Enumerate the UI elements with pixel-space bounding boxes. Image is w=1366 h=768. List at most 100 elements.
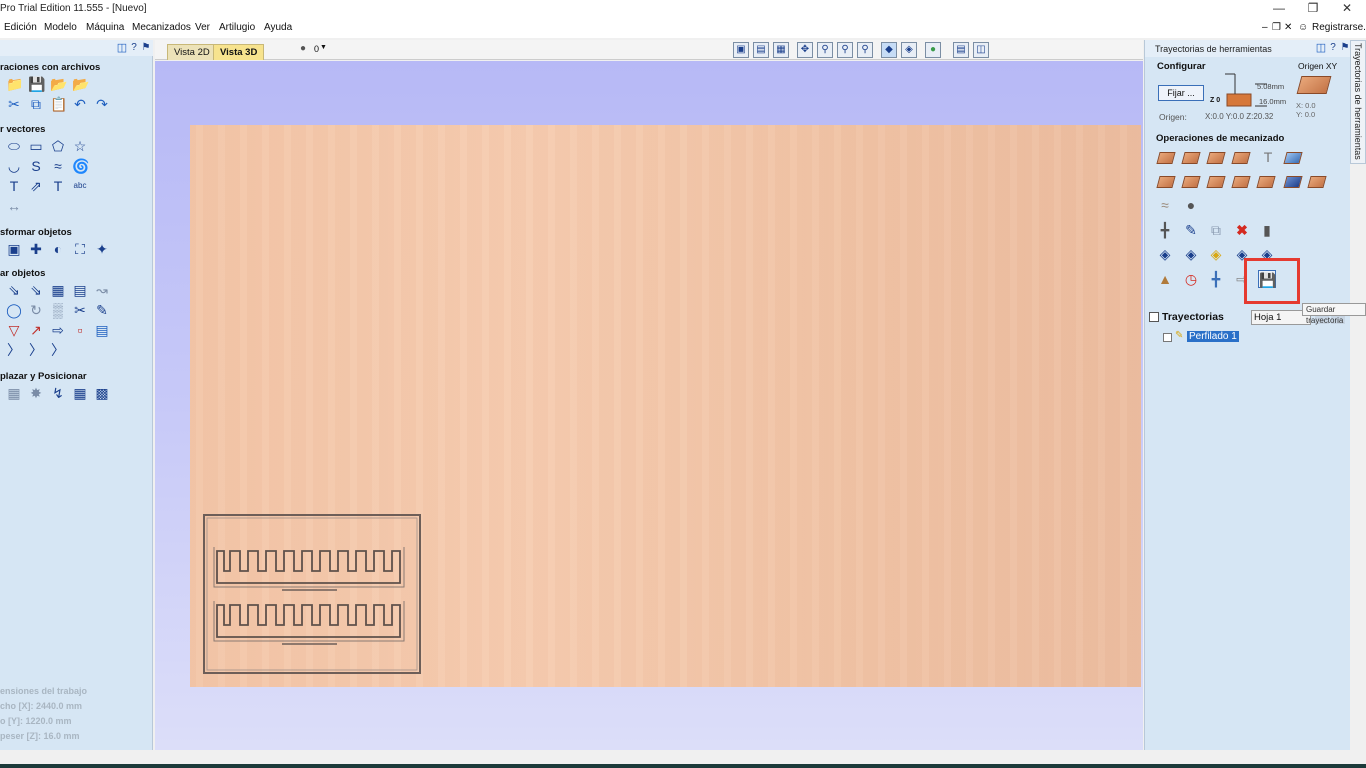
ungroup-icon[interactable]: ▤ [72,282,88,298]
redo-icon[interactable]: ↷ [94,96,110,112]
zoom-fit-icon[interactable]: ⚲ [857,42,873,58]
moulding-op-icon[interactable] [1231,176,1251,188]
move-icon[interactable]: ▣ [6,241,22,257]
group-icon[interactable]: ▦ [50,282,66,298]
open-folder-icon[interactable]: 📂 [50,76,67,92]
layer-selector[interactable]: 0 [314,44,319,54]
menu-ver[interactable]: Ver [195,22,210,33]
toolpaths-side-tab[interactable]: Trayectorias de herramientas [1350,40,1366,164]
user-icon[interactable]: ☺ [1298,22,1308,33]
chamfer-op-icon[interactable] [1256,176,1276,188]
tab-c-icon[interactable]: 〉 [50,342,66,358]
tab-b-icon[interactable]: 〉 [28,342,44,358]
copy-toolpath-icon[interactable]: ⧉ [1207,221,1225,239]
texture-op-icon[interactable] [1283,152,1303,164]
origin-board-icon[interactable] [1296,76,1332,94]
prism-op-icon[interactable] [1181,176,1201,188]
toolpath-view-icon[interactable]: ◆ [881,42,897,58]
wave-icon[interactable]: ≈ [50,158,66,174]
engrave-op-icon[interactable]: T [1259,148,1277,166]
minimize-icon[interactable]: — [1264,1,1294,15]
scissors-icon[interactable]: ✂ [72,302,88,318]
toolpath-checkbox[interactable] [1163,333,1172,342]
node-add-icon[interactable]: ⇘ [28,282,44,298]
view-top-icon[interactable]: ▤ [753,42,769,58]
text-frame-icon[interactable]: T [50,178,66,194]
node-edit-icon[interactable]: ⇘ [6,282,22,298]
arrow-icon[interactable]: ⇨ [50,322,66,338]
time-estimate-icon[interactable]: ◷ [1182,270,1200,288]
profile-op-icon[interactable] [1156,152,1176,164]
close-icon[interactable]: ✕ [1332,1,1362,15]
polygon-icon[interactable]: ⬠ [50,138,66,154]
menu-mecanizados[interactable]: Mecanizados [132,22,191,33]
dimension-icon[interactable]: ↔ [6,198,22,214]
sim-1-icon[interactable]: ◈ [1156,245,1174,263]
tool-database-icon[interactable]: ╋ [1156,221,1174,239]
grid-icon[interactable]: ▦ [773,42,789,58]
new-file-icon[interactable]: 📁 [6,76,23,92]
material-icon[interactable]: ▮ [1258,221,1276,239]
split-horizontal-icon[interactable]: ▤ [953,42,969,58]
circular-array-icon[interactable]: ✸ [28,385,44,401]
plane-op-icon[interactable] [1307,176,1327,188]
set-button[interactable]: Fijar ... [1158,85,1204,101]
fillet-icon[interactable]: ↻ [28,302,44,318]
vcarve-op-icon[interactable] [1156,176,1176,188]
mirror-icon[interactable]: ◐ [50,241,66,257]
rectangle-icon[interactable]: ▭ [28,138,44,154]
copy-icon[interactable]: ⧉ [28,96,44,112]
layer-icon[interactable]: ● [300,43,306,54]
undo-icon[interactable]: ↶ [72,96,88,112]
copy-along-icon[interactable]: ↯ [50,385,66,401]
restore-icon[interactable]: ❐ [1298,1,1328,15]
sim-3-icon[interactable]: ◈ [1207,245,1225,263]
quick-engrave-op-icon[interactable] [1283,176,1303,188]
delete-toolpath-icon[interactable]: ✖ [1233,221,1251,239]
scale-icon[interactable]: ⛶ [72,241,88,257]
pin-icon[interactable]: ⚑ [138,40,154,56]
paste-icon[interactable]: 📋 [50,96,67,112]
smooth-icon[interactable]: ↗ [28,322,44,338]
viewport-3d[interactable] [155,61,1143,750]
finishing-op-icon[interactable]: ● [1182,196,1200,214]
fluting-op-icon[interactable] [1206,176,1226,188]
text-on-curve-icon[interactable]: ⇗ [28,178,44,194]
material-shade-icon[interactable]: ● [925,42,941,58]
register-link[interactable]: Registrarse... [1312,22,1366,33]
inlay-op-icon[interactable] [1231,152,1251,164]
spiral-icon[interactable]: 🌀 [72,158,89,174]
roughing-op-icon[interactable]: ≈ [1156,196,1174,214]
layer-dropdown-icon[interactable]: ▼ [320,44,327,51]
pan-icon[interactable]: ✥ [797,42,813,58]
tab-vista-3d[interactable]: Vista 3D [213,44,265,60]
join-icon[interactable]: ↝ [94,282,110,298]
toolpath-item[interactable]: Perfilado 1 [1187,331,1239,342]
zoom-box-icon[interactable]: ⚲ [817,42,833,58]
tab-a-icon[interactable]: 〉 [6,342,22,358]
toolpaths-checkbox[interactable] [1149,312,1159,322]
tab-vista-2d[interactable]: Vista 2D [167,44,217,60]
chamfer-icon[interactable]: ▽ [6,322,22,338]
import-icon[interactable]: 📂 [72,76,89,92]
panel-restore-icon[interactable]: ❐ [1272,22,1281,33]
curve-icon[interactable]: S [28,158,44,174]
panel-minimize-icon[interactable]: – [1262,22,1268,33]
menu-edicion[interactable]: Edición [4,22,37,33]
nesting-icon[interactable]: ▩ [94,385,110,401]
save-icon[interactable]: 💾 [28,76,45,92]
panel-close-icon[interactable]: ✕ [1284,22,1292,33]
grid-copy-icon[interactable]: ▦ [72,385,88,401]
text-arc-icon[interactable]: abc [72,178,88,194]
toolpath-preview-icon[interactable]: ◈ [901,42,917,58]
menu-artilugio[interactable]: Artilugio [219,22,255,33]
pocket-op-icon[interactable] [1181,152,1201,164]
split-vertical-icon[interactable]: ◫ [973,42,989,58]
star-icon[interactable]: ☆ [72,138,88,154]
center-icon[interactable]: ✦ [94,241,110,257]
measure-icon[interactable]: ✎ [94,302,110,318]
menu-maquina[interactable]: Máquina [86,22,124,33]
edit-toolpath-icon[interactable]: ✎ [1182,221,1200,239]
menu-ayuda[interactable]: Ayuda [264,22,292,33]
array-icon[interactable]: ▦ [6,385,22,401]
